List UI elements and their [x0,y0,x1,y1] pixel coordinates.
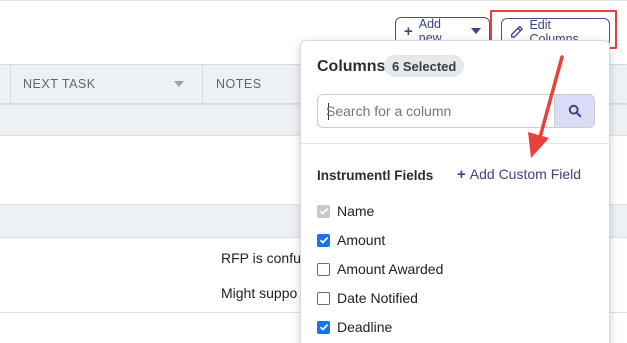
field-option-label: Date Notified [337,290,418,306]
field-option-name[interactable]: Name [317,202,374,220]
field-option-deadline[interactable]: Deadline [317,318,392,336]
sort-caret-icon[interactable] [174,81,184,87]
add-custom-field-link[interactable]: + Add Custom Field [457,166,581,182]
checkbox-unchecked[interactable] [317,262,330,276]
table-cell-note: Might suppo [221,285,298,301]
panel-divider [301,143,609,144]
caret-down-icon [471,28,481,34]
panel-title: Columns [317,58,386,75]
field-option-amount[interactable]: Amount [317,231,385,249]
field-option-label: Name [337,203,375,219]
column-header-notes[interactable]: NOTES [216,65,262,103]
search-button[interactable] [554,95,594,127]
checkbox-disabled [317,204,330,218]
field-option-label: Amount [337,232,386,248]
checkbox-checked[interactable] [317,320,330,334]
column-divider [10,65,11,103]
field-option-date-notified[interactable]: Date Notified [317,289,418,307]
add-custom-field-label: Add Custom Field [469,166,582,182]
field-option-amount-awarded[interactable]: Amount Awarded [317,260,443,278]
column-search [317,94,595,128]
columns-panel: Columns Instrumentl Fields + Add Custom … [300,40,610,343]
check-icon [319,324,328,331]
search-icon [568,104,581,118]
column-header-next-task[interactable]: NEXT TASK [23,65,96,103]
plus-icon: + [404,22,413,40]
selected-count-badge: 6 Selected [384,55,465,77]
check-icon [319,208,328,215]
field-option-label: Amount Awarded [337,261,444,277]
checkbox-unchecked[interactable] [317,291,330,305]
field-option-label: Deadline [337,319,393,335]
check-icon [319,237,328,244]
section-title: Instrumentl Fields [317,168,434,183]
checkbox-checked[interactable] [317,233,330,247]
plus-icon: + [457,165,466,183]
column-divider [202,65,203,103]
table-cell-note: RFP is confus [221,250,308,266]
column-search-input[interactable] [326,95,551,127]
